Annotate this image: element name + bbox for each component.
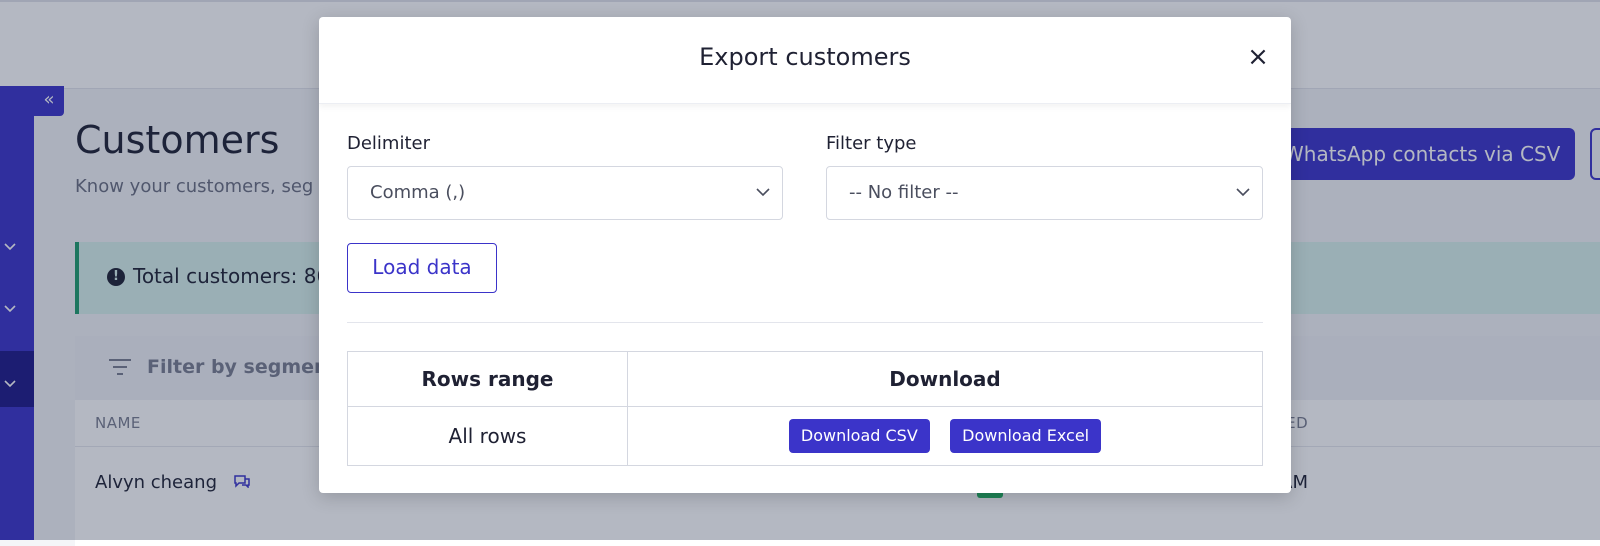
modal-header: Export customers ×	[319, 17, 1291, 104]
load-data-button[interactable]: Load data	[347, 243, 497, 293]
close-icon[interactable]: ×	[1245, 44, 1271, 71]
filter-type-value: -- No filter --	[849, 182, 959, 203]
rows-range-cell: All rows	[347, 406, 628, 466]
modal-title: Export customers	[699, 43, 911, 71]
filter-type-label: Filter type	[826, 133, 917, 154]
delimiter-label: Delimiter	[347, 133, 431, 154]
table-row: All rows Download CSV Download Excel	[347, 406, 1263, 466]
header-rows-range: Rows range	[347, 351, 628, 407]
filter-type-select[interactable]: -- No filter --	[826, 166, 1263, 220]
chevron-down-icon	[1236, 188, 1250, 197]
export-customers-modal: Export customers × Delimiter Comma (,) F…	[319, 17, 1291, 493]
delimiter-value: Comma (,)	[370, 182, 466, 203]
chevron-down-icon	[756, 188, 770, 197]
header-download: Download	[627, 351, 1263, 407]
download-excel-button[interactable]: Download Excel	[950, 419, 1102, 453]
export-table: Rows range Download All rows Download CS…	[347, 351, 1263, 466]
delimiter-select[interactable]: Comma (,)	[347, 166, 783, 220]
download-cell: Download CSV Download Excel	[627, 406, 1263, 466]
download-csv-button[interactable]: Download CSV	[788, 419, 930, 453]
divider	[347, 322, 1263, 323]
